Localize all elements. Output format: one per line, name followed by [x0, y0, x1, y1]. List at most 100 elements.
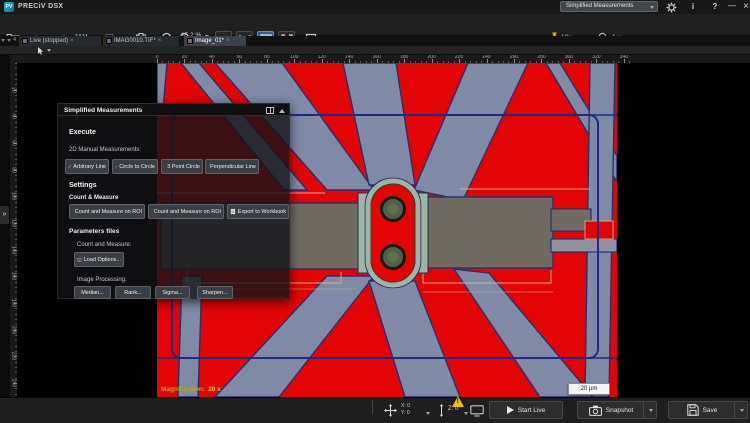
three-point-circle-button[interactable]: 3 Point Circle: [161, 159, 203, 174]
circle-to-circle-button[interactable]: Circle to Circle: [112, 159, 158, 174]
v-ruler-label: 100: [10, 191, 17, 202]
magnification-label: Magnification:: [161, 386, 205, 393]
close-button[interactable]: ×: [741, 0, 750, 14]
v-ruler: 20406080100120140160180200220240: [10, 63, 17, 397]
pointer-tool-chevron-icon[interactable]: [47, 49, 51, 52]
application-window: PV PRECiV DSX Simplified Measurements i …: [0, 0, 750, 423]
tab-list-chevron-icon[interactable]: [1, 39, 5, 42]
h-ruler-label: 80: [260, 55, 274, 60]
panel-header[interactable]: Simplified Measurements: [57, 103, 290, 116]
three-point-circle-icon: [164, 162, 165, 171]
save-button[interactable]: Save: [668, 401, 748, 419]
save-floppy-icon: [687, 404, 699, 416]
h-ruler-label: 160: [370, 55, 384, 60]
app-logo-icon: PV: [4, 2, 14, 12]
title-bar: PV PRECiV DSX Simplified Measurements i …: [0, 0, 750, 14]
button-label: Snapshot: [606, 407, 633, 414]
parameters-files-heading: Parameters files: [69, 228, 119, 235]
arbitrary-line-icon: [68, 162, 71, 171]
save-chevron-icon[interactable]: [740, 409, 744, 412]
h-ruler-label: 60: [232, 55, 246, 60]
tab-scroll-chevron-icon[interactable]: [7, 39, 11, 42]
display-monitor-icon[interactable]: [470, 405, 484, 417]
stage-z-chevron-icon[interactable]: [464, 412, 468, 415]
stage-z-icon[interactable]: [438, 404, 445, 417]
count-measure-roi-button[interactable]: Count and Measure on ROI: [148, 204, 224, 219]
execute-heading: Execute: [69, 129, 96, 136]
v-ruler-label: 180: [10, 298, 17, 309]
h-ruler-label: 140: [342, 55, 356, 60]
panel-expander[interactable]: »: [0, 206, 9, 224]
sharpen-button[interactable]: Sharpen...: [197, 286, 233, 299]
load-options-button[interactable]: Load Options...: [74, 252, 124, 267]
image-processing-label: Image Processing:: [77, 277, 127, 283]
panel-body: Execute 2D Manual Measurements: Arbitrar…: [57, 116, 290, 299]
h-ruler-label: 100: [287, 55, 301, 60]
pointer-tool-icon[interactable]: [37, 47, 44, 55]
info-button[interactable]: i: [688, 0, 698, 14]
v-ruler-label: 40: [10, 111, 17, 122]
tab-imag0010[interactable]: IMAG0010.TIF* ×: [103, 36, 179, 46]
magnification-overlay: Magnification:20 x: [161, 386, 221, 393]
collapse-panel-icon[interactable]: [279, 109, 285, 113]
start-live-button[interactable]: Start Live: [489, 401, 563, 419]
median-button[interactable]: Median...: [74, 286, 111, 299]
tab-label: IMAG0010.TIF*: [114, 38, 156, 44]
sigma-button[interactable]: Sigma...: [155, 286, 190, 299]
stage-y-value: Y: 0: [401, 410, 410, 416]
tab-count: 4: [13, 37, 16, 43]
status-bar: X: 0 Y: 0 Z: 0 ! Start Live Snapshot: [0, 397, 750, 423]
button-label: Count and Measure on ROI: [154, 209, 221, 215]
stage-move-icon[interactable]: [384, 404, 397, 417]
tab-image01-active[interactable]: Image_01* ×: [184, 36, 246, 46]
close-tab-icon[interactable]: ×: [226, 38, 230, 44]
snapshot-chevron-icon[interactable]: [649, 409, 653, 412]
v-ruler-label: 60: [10, 138, 17, 149]
button-label: Arbitrary Line: [73, 164, 106, 170]
help-button[interactable]: ?: [710, 0, 720, 14]
collapsed-panel-strip: [0, 55, 10, 397]
viewer-toolbar: [0, 46, 750, 55]
h-ruler-label: 300: [562, 55, 576, 60]
v-ruler-label: 140: [10, 244, 17, 255]
manual-measurements-label: 2D Manual Measurements:: [69, 147, 141, 153]
snapshot-button[interactable]: Snapshot: [577, 401, 657, 419]
h-ruler-label: 340: [617, 55, 631, 60]
settings-gear-button[interactable]: [666, 2, 677, 13]
h-ruler-label: 260: [507, 55, 521, 60]
document-tab-bar: 4 Live (stopped) × IMAG0010.TIF* × Image…: [0, 36, 750, 46]
simplified-measurements-panel: Simplified Measurements Execute 2D Manua…: [57, 103, 290, 299]
h-ruler-label: 320: [589, 55, 603, 60]
button-label: Load Options...: [84, 257, 121, 263]
warning-icon[interactable]: !: [452, 396, 464, 407]
perpendicular-line-button[interactable]: Perpendicular Line: [205, 159, 259, 174]
export-to-workbook-button[interactable]: Export to Workbook: [227, 204, 289, 219]
magnification-value: 20 x: [208, 386, 221, 393]
rank-button[interactable]: Rank...: [115, 286, 151, 299]
dock-panel-icon[interactable]: [266, 107, 274, 114]
workflow-selector-label: Simplified Measurements: [566, 3, 633, 9]
count-measure-icon: [72, 207, 73, 216]
button-label: 3 Point Circle: [167, 164, 200, 170]
app-title: PRECiV DSX: [18, 0, 63, 14]
h-ruler: 0204060801001201401601802002202402602803…: [10, 55, 750, 63]
close-tab-icon[interactable]: ×: [158, 38, 162, 44]
h-ruler-label: 20: [177, 55, 191, 60]
tab-live[interactable]: Live (stopped) ×: [19, 36, 101, 46]
button-label: Export to Workbook: [238, 209, 286, 215]
h-ruler-label: 0: [150, 55, 164, 60]
play-icon: [507, 406, 514, 414]
arbitrary-line-button[interactable]: Arbitrary Line: [65, 159, 109, 174]
close-tab-icon[interactable]: ×: [70, 38, 74, 44]
button-label: Save: [703, 407, 718, 414]
minimize-button[interactable]: —: [727, 0, 737, 13]
divider: [643, 403, 644, 419]
count-measure-roi-icon: [151, 207, 152, 216]
workflow-selector[interactable]: Simplified Measurements: [560, 1, 658, 12]
camera-icon: [589, 405, 602, 416]
button-label: Perpendicular Line: [210, 164, 256, 170]
v-ruler-label: 80: [10, 164, 17, 175]
stage-xy-chevron-icon[interactable]: [426, 412, 430, 415]
count-measure-image-button[interactable]: Count and Measure on ROI: [69, 204, 145, 219]
v-ruler-label: 120: [10, 218, 17, 229]
